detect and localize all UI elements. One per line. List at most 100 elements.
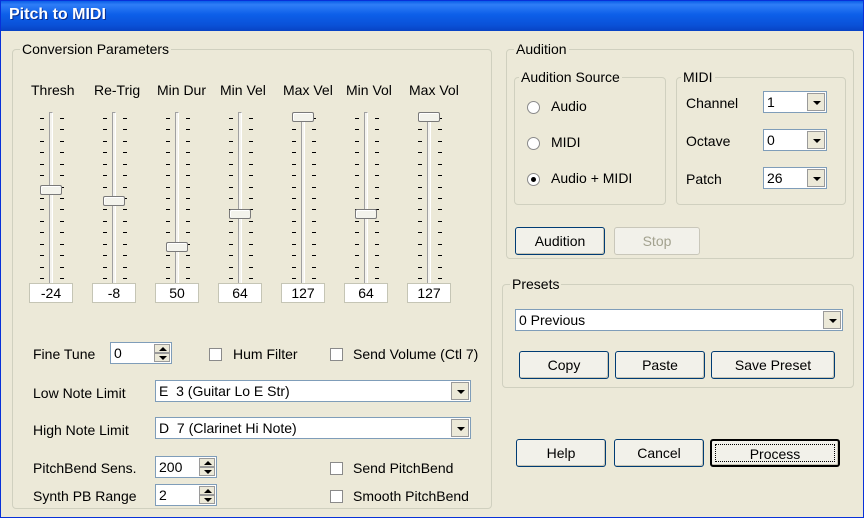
slider-tick [438, 175, 442, 176]
send-volume-checkbox[interactable] [330, 348, 343, 361]
audition-source-audio-midi-label: Audio + MIDI [551, 170, 633, 186]
synth-pb-range-up-button[interactable] [199, 486, 215, 495]
channel-combo[interactable]: 1 [763, 91, 827, 113]
hum-filter-checkbox[interactable] [209, 348, 222, 361]
slider-track[interactable] [175, 112, 179, 284]
slider-tick [229, 232, 233, 233]
slider-tick [60, 221, 64, 222]
slider-tick [40, 244, 44, 245]
slider-tick [103, 209, 107, 210]
slider-thumb[interactable] [166, 242, 188, 252]
chevron-down-icon[interactable] [823, 311, 841, 329]
slider-tick [186, 221, 190, 222]
slider-thumb[interactable] [355, 209, 377, 219]
chevron-down-icon[interactable] [807, 131, 825, 149]
save-preset-button[interactable]: Save Preset [711, 351, 835, 379]
slider-thumb[interactable] [103, 196, 125, 206]
presets-combo[interactable]: 0 Previous [515, 309, 843, 331]
slider-track[interactable] [364, 112, 368, 284]
slider-thumb[interactable] [40, 185, 62, 195]
slider-track[interactable] [49, 112, 53, 284]
slider-value-box: -24 [29, 283, 73, 303]
octave-combo[interactable]: 0 [763, 129, 827, 151]
slider-label: Re-Trig [94, 82, 141, 98]
slider-tick [103, 152, 107, 153]
pitchbend-sens-up-button[interactable] [199, 458, 215, 467]
slider-tick [123, 244, 127, 245]
copy-button[interactable]: Copy [519, 351, 609, 379]
slider-tick [292, 244, 296, 245]
audition-source-audio-midi-radio[interactable] [527, 173, 540, 186]
slider-tick [166, 278, 170, 279]
synth-pb-range-spinbox[interactable]: 2 [155, 484, 217, 506]
slider-track[interactable] [301, 112, 305, 284]
slider-tick [418, 267, 422, 268]
slider-tick [355, 141, 359, 142]
slider-tick [186, 267, 190, 268]
slider-tick [40, 221, 44, 222]
slider-tick [186, 118, 190, 119]
low-note-limit-combo[interactable]: E 3 (Guitar Lo E Str) [155, 380, 471, 402]
synth-pb-range-down-button[interactable] [199, 495, 215, 504]
process-button[interactable]: Process [710, 439, 840, 467]
slider-thumb[interactable] [229, 209, 251, 219]
slider-tick [292, 164, 296, 165]
audition-source-midi-radio[interactable] [527, 137, 540, 150]
title-bar[interactable]: Pitch to MIDI [1, 1, 863, 31]
slider-tick [418, 221, 422, 222]
slider-tick [375, 198, 379, 199]
cancel-button[interactable]: Cancel [614, 439, 704, 467]
slider-label: Min Vol [346, 82, 392, 98]
slider-tick [40, 278, 44, 279]
chevron-down-icon[interactable] [807, 93, 825, 111]
fine-tune-up-button[interactable] [154, 344, 170, 353]
pitchbend-sens-spinbox[interactable]: 200 [155, 456, 217, 478]
slider-tick [60, 267, 64, 268]
slider-tick [60, 255, 64, 256]
paste-button[interactable]: Paste [615, 351, 705, 379]
slider-tick [103, 164, 107, 165]
slider-tick [103, 129, 107, 130]
audition-button[interactable]: Audition [515, 227, 605, 255]
slider-thumb[interactable] [418, 112, 440, 122]
slider-tick [249, 175, 253, 176]
slider-tick [123, 255, 127, 256]
help-button[interactable]: Help [516, 439, 606, 467]
slider-value-box: 50 [155, 283, 199, 303]
midi-legend: MIDI [681, 69, 715, 85]
slider-tick [418, 209, 422, 210]
slider-track[interactable] [427, 112, 431, 284]
fine-tune-down-button[interactable] [154, 353, 170, 362]
slider-tick [123, 164, 127, 165]
slider-tick [249, 232, 253, 233]
fine-tune-spinbox[interactable]: 0 [110, 342, 172, 364]
slider-tick [166, 209, 170, 210]
send-pitchbend-checkbox[interactable] [330, 462, 343, 475]
slider-tick [292, 141, 296, 142]
chevron-down-icon[interactable] [451, 382, 469, 400]
slider-tick [312, 152, 316, 153]
slider-tick [438, 221, 442, 222]
slider-tick [292, 175, 296, 176]
slider-tick [249, 129, 253, 130]
slider-tick [123, 221, 127, 222]
chevron-down-icon[interactable] [451, 419, 469, 437]
slider-thumb[interactable] [292, 112, 314, 122]
smooth-pitchbend-checkbox[interactable] [330, 490, 343, 503]
slider-tick [166, 255, 170, 256]
pitchbend-sens-down-button[interactable] [199, 467, 215, 476]
slider-tick [186, 278, 190, 279]
slider-tick [186, 187, 190, 188]
slider-tick [312, 278, 316, 279]
slider-track[interactable] [238, 112, 242, 284]
slider-tick [355, 267, 359, 268]
audition-source-audio-radio[interactable] [527, 101, 540, 114]
slider-tick [438, 267, 442, 268]
chevron-down-icon[interactable] [807, 169, 825, 187]
high-note-limit-combo[interactable]: D 7 (Clarinet Hi Note) [155, 417, 471, 439]
slider-tick [355, 255, 359, 256]
patch-combo[interactable]: 26 [763, 167, 827, 189]
slider-tick [103, 221, 107, 222]
send-pitchbend-label: Send PitchBend [353, 460, 454, 476]
slider-tick [312, 175, 316, 176]
